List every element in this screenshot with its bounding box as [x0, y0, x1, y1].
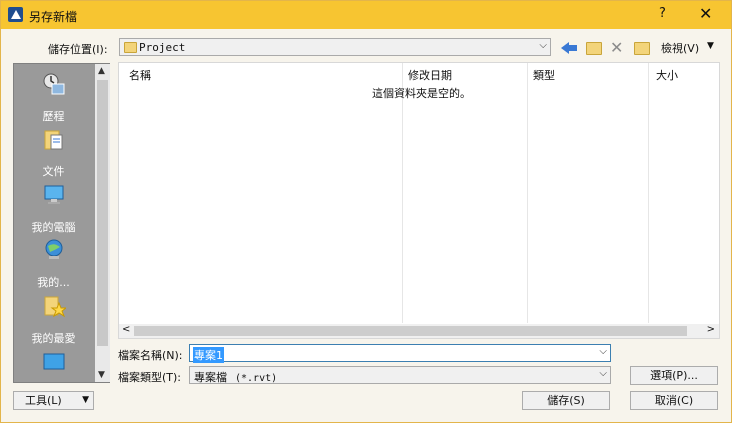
scroll-left-icon[interactable]: <	[122, 324, 130, 335]
places-bar: 歷程 文件 我的電腦 我的... 我的最愛 ▲ ▼	[13, 63, 110, 383]
column-type[interactable]: 類型	[533, 67, 555, 83]
filetype-select[interactable]: 專案檔 (*.rvt) ⌵	[189, 366, 611, 384]
folder-icon	[124, 42, 137, 53]
delete-icon: ✕	[610, 38, 624, 57]
filetype-extension: (*.rvt)	[235, 373, 278, 384]
scroll-right-icon[interactable]: >	[707, 324, 715, 335]
history-icon	[43, 73, 65, 95]
file-list[interactable]: ^ 名稱 修改日期 類型 大小 這個資料夾是空的。 < >	[118, 62, 720, 339]
network-icon	[45, 239, 63, 259]
column-divider[interactable]	[527, 63, 528, 323]
chevron-down-icon[interactable]: ⌵	[539, 40, 547, 51]
empty-folder-message: 這個資料夾是空的。	[372, 87, 471, 100]
scroll-thumb[interactable]	[134, 326, 687, 336]
cancel-button[interactable]: 取消(C)	[630, 391, 718, 410]
column-name[interactable]: 名稱	[129, 67, 151, 83]
column-size[interactable]: 大小	[656, 67, 678, 83]
filename-label: 檔案名稱(N):	[118, 349, 183, 362]
title-bar: 另存新檔 ? ✕	[1, 1, 731, 29]
place-my-computer[interactable]: 我的電腦	[14, 179, 93, 234]
place-label: 我的最愛	[31, 332, 76, 345]
save-in-combo[interactable]: Project ⌵	[119, 38, 551, 56]
up-folder-button[interactable]	[583, 38, 603, 56]
new-folder-icon	[634, 42, 650, 55]
place-label: 我的電腦	[31, 221, 76, 234]
sort-ascending-icon: ^	[256, 62, 265, 70]
favorites-icon	[44, 296, 66, 318]
horizontal-scrollbar[interactable]: < >	[119, 324, 719, 338]
place-label: 文件	[42, 165, 65, 178]
filetype-label: 檔案類型(T):	[118, 371, 182, 384]
places-scrollbar[interactable]: ▲ ▼	[95, 64, 110, 382]
documents-icon	[44, 130, 63, 150]
scroll-down-icon[interactable]: ▼	[98, 370, 105, 380]
place-label: 歷程	[42, 110, 65, 123]
close-button[interactable]: ✕	[699, 4, 712, 23]
scroll-thumb[interactable]	[97, 80, 108, 346]
filename-value: 專案1	[193, 347, 224, 363]
views-menu-button[interactable]: 檢視(V)	[661, 40, 699, 56]
help-button[interactable]: ?	[659, 6, 666, 21]
save-button[interactable]: 儲存(S)	[522, 391, 610, 410]
dialog-title: 另存新檔	[29, 10, 78, 24]
place-favorites[interactable]: 我的最愛	[14, 290, 93, 345]
tools-dropdown-icon[interactable]: ▼	[82, 392, 89, 409]
filename-input[interactable]: 專案1 ⌵	[189, 344, 611, 363]
desktop-icon	[43, 353, 65, 370]
place-network[interactable]: 我的...	[14, 234, 93, 289]
tools-button[interactable]: 工具(L) ▼	[13, 391, 94, 410]
place-documents[interactable]: 文件	[14, 123, 93, 178]
revit-app-icon	[8, 7, 23, 22]
chevron-down-icon[interactable]: ⌵	[599, 346, 607, 357]
options-button[interactable]: 選項(P)...	[630, 366, 718, 385]
filetype-value: 專案檔 (*.rvt)	[194, 369, 277, 385]
place-history[interactable]: 歷程	[14, 68, 93, 123]
new-folder-button[interactable]	[631, 38, 651, 56]
tools-label: 工具(L)	[25, 394, 62, 407]
back-button[interactable]	[559, 38, 579, 56]
place-label: 我的...	[37, 276, 70, 289]
scroll-up-icon[interactable]: ▲	[98, 66, 105, 76]
back-arrow-icon	[561, 42, 577, 54]
column-date-modified[interactable]: 修改日期	[408, 67, 452, 83]
column-divider[interactable]	[648, 63, 649, 323]
views-dropdown-icon[interactable]: ▼	[707, 41, 714, 51]
filetype-name: 專案檔	[194, 371, 227, 384]
save-in-label: 儲存位置(I):	[48, 43, 108, 56]
current-folder-text: Project	[139, 41, 186, 54]
save-as-dialog: 另存新檔 ? ✕ 儲存位置(I): Project ⌵ ✕ 檢視(V) ▼ 歷程	[0, 0, 732, 423]
delete-button[interactable]: ✕	[607, 38, 627, 57]
my-computer-icon	[44, 185, 64, 204]
chevron-down-icon[interactable]: ⌵	[599, 368, 607, 379]
column-divider[interactable]	[402, 63, 403, 323]
up-folder-icon	[586, 42, 602, 55]
